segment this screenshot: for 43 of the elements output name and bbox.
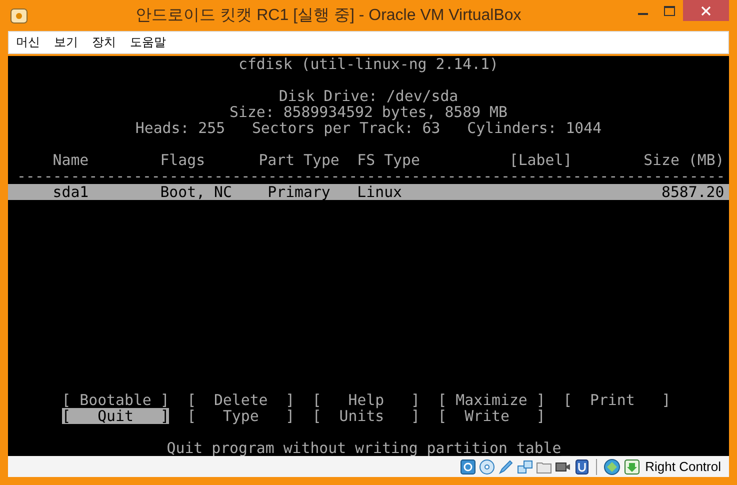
command-button[interactable]: [ Maximize ]: [438, 392, 546, 408]
command-button[interactable]: [ Type ]: [187, 408, 294, 424]
command-button[interactable]: [ Quit ]: [62, 408, 170, 424]
maximize-icon: [664, 6, 675, 16]
disk-info: Heads: 255 Sectors per Track: 63 Cylinders: 1044: [135, 119, 602, 137]
optical-disc-icon[interactable]: [479, 458, 496, 474]
command-button[interactable]: [ Write ]: [438, 408, 546, 424]
app-icon: [10, 8, 28, 24]
globe-icon[interactable]: [603, 458, 622, 476]
command-button[interactable]: [ Delete ]: [187, 392, 294, 408]
command-button[interactable]: [ Bootable ]: [62, 392, 170, 408]
menu-item[interactable]: 장치: [85, 34, 123, 51]
table-cell: 8587.20: [661, 184, 724, 200]
column-header: [Label]: [509, 152, 574, 168]
table-cell-text: Boot, NC: [160, 184, 233, 200]
dashed-separator: -------------------------------------------------------------------------------: [16, 168, 724, 184]
host-key-label: Right Control: [645, 459, 721, 474]
close-icon: [701, 6, 711, 16]
command-button[interactable]: [ Units ]: [312, 408, 420, 424]
menu-item[interactable]: 보기: [47, 34, 85, 51]
usb-icon[interactable]: [574, 458, 590, 474]
menu-item[interactable]: 머신: [9, 34, 47, 51]
column-header: FS Type: [357, 152, 421, 168]
program-title: cfdisk (util-linux-ng 2.14.1): [238, 56, 498, 73]
command-button[interactable]: [ Help ]: [312, 392, 420, 408]
table-cell-text: Linux: [357, 184, 403, 200]
column-header: Name: [52, 152, 90, 168]
minimize-icon: [638, 13, 648, 15]
table-cell-text: Primary: [268, 184, 332, 200]
menu-item[interactable]: 도움말: [123, 34, 173, 51]
pen-icon[interactable]: [498, 458, 514, 474]
disk-info: Disk Drive: /dev/sda: [278, 87, 458, 105]
column-header: Part Type: [258, 152, 340, 168]
table-cell-text: sda1: [52, 184, 90, 200]
partition-row[interactable]: sda1 Boot, NC Primary Linux 8587.20: [8, 184, 729, 200]
network-icon[interactable]: [517, 458, 534, 474]
column-header: Flags: [160, 152, 206, 168]
column-header: Size (MB): [644, 152, 724, 168]
close-button[interactable]: [683, 0, 729, 21]
help-message: Quit program without writing partition table_: [166, 439, 570, 456]
disk-info: Size: 8589934592 bytes, 8589 MB: [230, 103, 508, 121]
window-title: 안드로이드 킷캣 RC1 [실행 중] - Oracle VM VirtualBox: [134, 6, 522, 26]
command-button[interactable]: [ Print ]: [563, 392, 671, 408]
